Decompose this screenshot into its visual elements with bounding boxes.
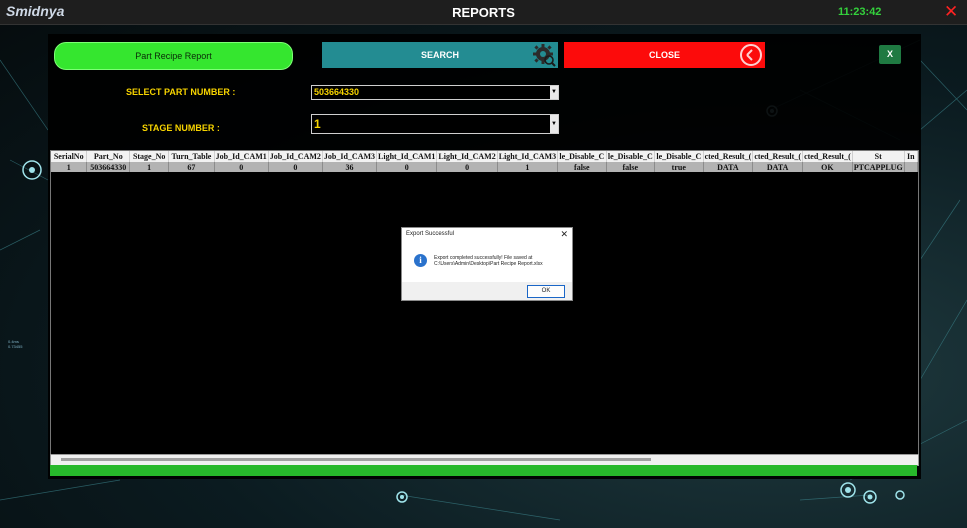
column-header[interactable]: Light_Id_CAM1: [376, 151, 438, 162]
column-header[interactable]: St: [852, 151, 905, 162]
table-cell: 1: [129, 162, 170, 172]
report-button-label: Part Recipe Report: [135, 51, 212, 61]
window-title: REPORTS: [452, 5, 515, 20]
table-cell: true: [654, 162, 704, 172]
column-header[interactable]: le_Disable_C: [606, 151, 656, 162]
table-cell: DATA: [703, 162, 754, 172]
table-cell: 36: [322, 162, 378, 172]
table-cell: 0: [376, 162, 438, 172]
column-header[interactable]: Light_Id_CAM2: [436, 151, 498, 162]
search-button-label: SEARCH: [420, 50, 459, 60]
part-number-label: SELECT PART NUMBER :: [126, 87, 236, 97]
status-bar: [50, 465, 917, 476]
report-table: SerialNo Part_No Stage_No Turn_Table Job_Id_…: [51, 151, 918, 172]
gear-search-icon: [533, 44, 556, 67]
dialog-title: Export Successful: [406, 231, 455, 237]
close-button-label: CLOSE: [648, 50, 680, 60]
search-button[interactable]: SEARCH: [322, 42, 558, 68]
scrollbar-thumb[interactable]: [61, 458, 651, 461]
table-cell: OK: [802, 162, 853, 172]
chevron-down-icon: ▼: [550, 115, 558, 133]
chevron-down-icon: ▼: [550, 86, 558, 99]
circle-close-icon: [740, 44, 762, 66]
table-cell: 0: [436, 162, 498, 172]
column-header[interactable]: cted_Result_(: [752, 151, 804, 162]
table-cell: false: [606, 162, 656, 172]
excel-icon[interactable]: X: [879, 45, 905, 64]
close-button[interactable]: CLOSE: [564, 42, 765, 68]
part-number-select[interactable]: 503664330 ▼: [311, 85, 559, 100]
part-number-value: 503664330: [314, 87, 360, 97]
table-cell: 0: [214, 162, 269, 172]
table-cell: PTCAPPLUG: [852, 162, 905, 172]
table-cell: 0: [268, 162, 323, 172]
stage-number-select[interactable]: 1 ▼: [311, 114, 559, 134]
column-header[interactable]: Turn_Table: [168, 151, 215, 162]
report-grid[interactable]: SerialNo Part_No Stage_No Turn_Table Job_Id_…: [50, 150, 919, 455]
table-row[interactable]: 1 503664330 1 67 0 0 36 0 0 1 false false true DATA DA…: [51, 162, 918, 172]
column-header[interactable]: Job_Id_CAM3: [322, 151, 378, 162]
part-recipe-report-button[interactable]: Part Recipe Report: [54, 42, 293, 70]
export-successful-dialog: Export Successful ✕ i Export completed s…: [401, 227, 573, 301]
table-cell: 1: [51, 162, 88, 172]
table-cell: false: [557, 162, 607, 172]
column-header[interactable]: Light_Id_CAM3: [497, 151, 559, 162]
info-icon: i: [414, 254, 427, 267]
column-header[interactable]: Job_Id_CAM2: [268, 151, 323, 162]
table-cell: [904, 162, 918, 172]
dialog-message: Export completed successfully! File save…: [434, 255, 568, 267]
table-cell: 503664330: [86, 162, 131, 172]
dialog-footer: OK: [402, 282, 572, 300]
ok-button[interactable]: OK: [527, 285, 565, 298]
column-header[interactable]: le_Disable_C: [557, 151, 607, 162]
title-bar: Smidnya REPORTS 11:23:42 ✕: [0, 0, 967, 25]
table-header-row: SerialNo Part_No Stage_No Turn_Table Job_Id_…: [51, 151, 918, 162]
table-cell: 1: [497, 162, 559, 172]
column-header[interactable]: Stage_No: [129, 151, 170, 162]
dialog-body: i Export completed successfully! File sa…: [402, 242, 572, 282]
side-label: 0.73455: [8, 344, 23, 349]
dialog-message-line: C:\Users\Admin\Desktop\Part Recipe Repor…: [434, 261, 543, 267]
table-body: 1 503664330 1 67 0 0 36 0 0 1 false false true DATA DA…: [51, 162, 918, 172]
column-header[interactable]: In: [904, 151, 918, 162]
column-header[interactable]: Job_Id_CAM1: [214, 151, 269, 162]
table-cell: 67: [168, 162, 215, 172]
column-header[interactable]: le_Disable_C: [654, 151, 704, 162]
table-cell: DATA: [752, 162, 804, 172]
clock: 11:23:42: [838, 6, 882, 18]
column-header[interactable]: cted_Result_(: [802, 151, 853, 162]
dialog-close-button[interactable]: ✕: [560, 229, 568, 240]
column-header[interactable]: SerialNo: [51, 151, 88, 162]
stage-number-label: STAGE NUMBER :: [142, 123, 220, 133]
column-header[interactable]: cted_Result_(: [703, 151, 754, 162]
window-close-button[interactable]: ✕: [944, 2, 958, 22]
column-header[interactable]: Part_No: [86, 151, 131, 162]
stage-number-value: 1: [314, 117, 321, 131]
